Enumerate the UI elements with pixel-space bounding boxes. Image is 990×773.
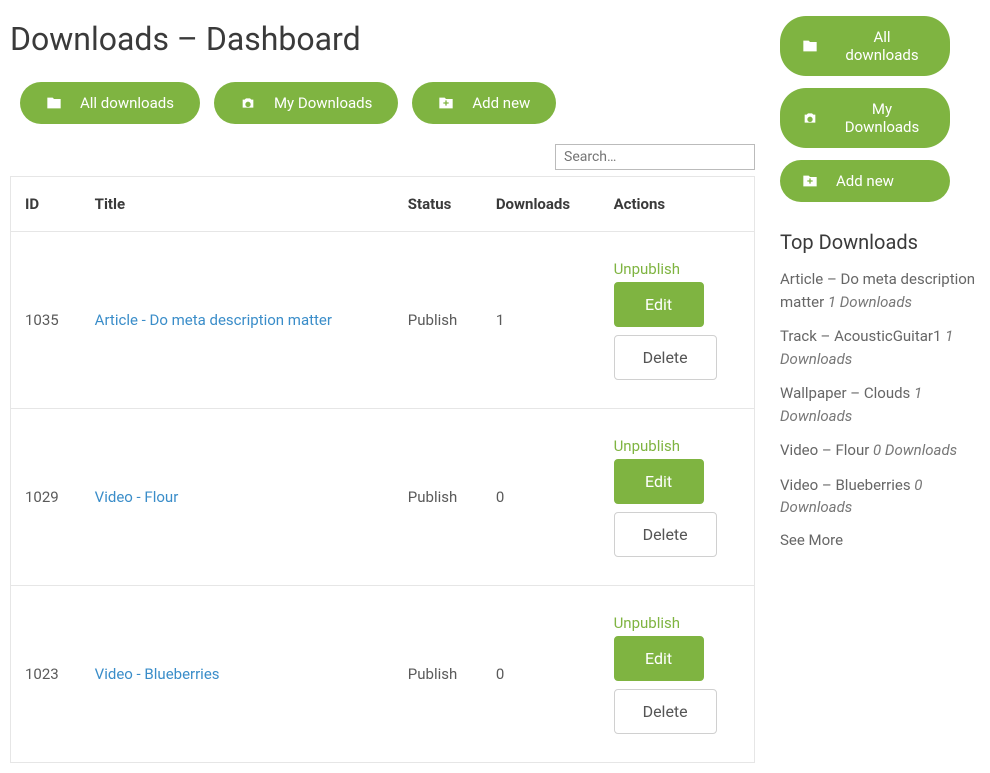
sidebar-all-downloads-label: All downloads [836, 28, 928, 64]
unpublish-link[interactable]: Unpublish [614, 614, 742, 632]
table-row: 1035 Article - Do meta description matter… [11, 232, 755, 409]
cell-title: Video - Blueberries [83, 586, 396, 763]
cell-title: Article - Do meta description matter [83, 232, 396, 409]
table-row: 1023Video - BlueberriesPublish0Unpublish… [11, 586, 755, 763]
cell-downloads: 1 [484, 232, 602, 409]
cell-status: Publish [396, 586, 484, 763]
cell-title: Video - Flour [83, 409, 396, 586]
top-item-title: Wallpaper – Clouds [780, 384, 914, 402]
col-status: Status [396, 177, 484, 232]
top-downloads-heading: Top Downloads [780, 230, 980, 254]
table-row: 1029 Video - Flour Publish0 Unpublish Edit De… [11, 409, 755, 586]
action-button-stack: Edit Delete [614, 459, 742, 557]
action-button-stack: Edit Delete [614, 636, 742, 734]
top-item-count: 0 Downloads [873, 441, 957, 459]
add-new-button[interactable]: Add new [412, 82, 556, 124]
top-item-title: Video – Flour [780, 441, 873, 459]
row-title-link[interactable]: Video - Flour [95, 488, 179, 506]
sidebar-add-new-label: Add new [836, 172, 894, 190]
cell-actions: Unpublish Edit Delete [602, 232, 755, 409]
see-more-link[interactable]: See More [780, 531, 980, 549]
top-item-title: Track – AcousticGuitar1 [780, 327, 945, 345]
search-row [10, 144, 755, 170]
col-downloads: Downloads [484, 177, 602, 232]
search-input[interactable] [555, 144, 755, 170]
downloads-table: ID Title Status Downloads Actions 1035 Ar… [10, 176, 755, 763]
top-download-item[interactable]: Track – AcousticGuitar1 1 Downloads [780, 325, 980, 370]
row-title-link[interactable]: Video - Blueberries [95, 665, 220, 683]
cell-downloads: 0 [484, 586, 602, 763]
all-downloads-label: All downloads [80, 94, 174, 112]
cell-id: 1023 [11, 586, 83, 763]
edit-button[interactable]: Edit [614, 282, 704, 327]
cell-downloads: 0 [484, 409, 602, 586]
cell-id: 1035 [11, 232, 83, 409]
unpublish-link[interactable]: Unpublish [614, 437, 742, 455]
col-actions: Actions [602, 177, 755, 232]
cell-actions: Unpublish Edit Delete [602, 586, 755, 763]
page-title: Downloads – Dashboard [10, 20, 755, 58]
action-button-stack: Edit Delete [614, 282, 742, 380]
cell-id: 1029 [11, 409, 83, 586]
my-downloads-label: My Downloads [274, 94, 372, 112]
top-item-count: 1 Downloads [828, 293, 912, 311]
my-downloads-button[interactable]: My Downloads [214, 82, 398, 124]
add-new-label: Add new [472, 94, 530, 112]
sidebar-action-row: All downloads My Downloads Add new [780, 16, 980, 202]
col-title: Title [83, 177, 396, 232]
sidebar-my-downloads-label: My Downloads [836, 100, 928, 136]
row-title-link[interactable]: Article - Do meta description matter [95, 311, 332, 329]
add-folder-icon [802, 173, 818, 189]
camera-icon [802, 110, 818, 126]
folder-icon [46, 95, 62, 111]
sidebar-my-downloads-button[interactable]: My Downloads [780, 88, 950, 148]
top-item-title: Video – Blueberries [780, 476, 914, 494]
folder-icon [802, 38, 818, 54]
edit-button[interactable]: Edit [614, 636, 704, 681]
cell-actions: Unpublish Edit Delete [602, 409, 755, 586]
delete-button[interactable]: Delete [614, 512, 717, 557]
delete-button[interactable]: Delete [614, 689, 717, 734]
table-header-row: ID Title Status Downloads Actions [11, 177, 755, 232]
main-action-row: All downloads My Downloads Add new [20, 82, 755, 124]
camera-icon [240, 95, 256, 111]
sidebar-add-new-button[interactable]: Add new [780, 160, 950, 202]
top-download-item[interactable]: Article – Do meta description matter 1 D… [780, 268, 980, 313]
edit-button[interactable]: Edit [614, 459, 704, 504]
unpublish-link[interactable]: Unpublish [614, 260, 742, 278]
top-download-item[interactable]: Video – Flour 0 Downloads [780, 439, 980, 462]
add-folder-icon [438, 95, 454, 111]
cell-status: Publish [396, 409, 484, 586]
sidebar-all-downloads-button[interactable]: All downloads [780, 16, 950, 76]
top-download-item[interactable]: Wallpaper – Clouds 1 Downloads [780, 382, 980, 427]
col-id: ID [11, 177, 83, 232]
delete-button[interactable]: Delete [614, 335, 717, 380]
all-downloads-button[interactable]: All downloads [20, 82, 200, 124]
top-download-item[interactable]: Video – Blueberries 0 Downloads [780, 474, 980, 519]
cell-status: Publish [396, 232, 484, 409]
